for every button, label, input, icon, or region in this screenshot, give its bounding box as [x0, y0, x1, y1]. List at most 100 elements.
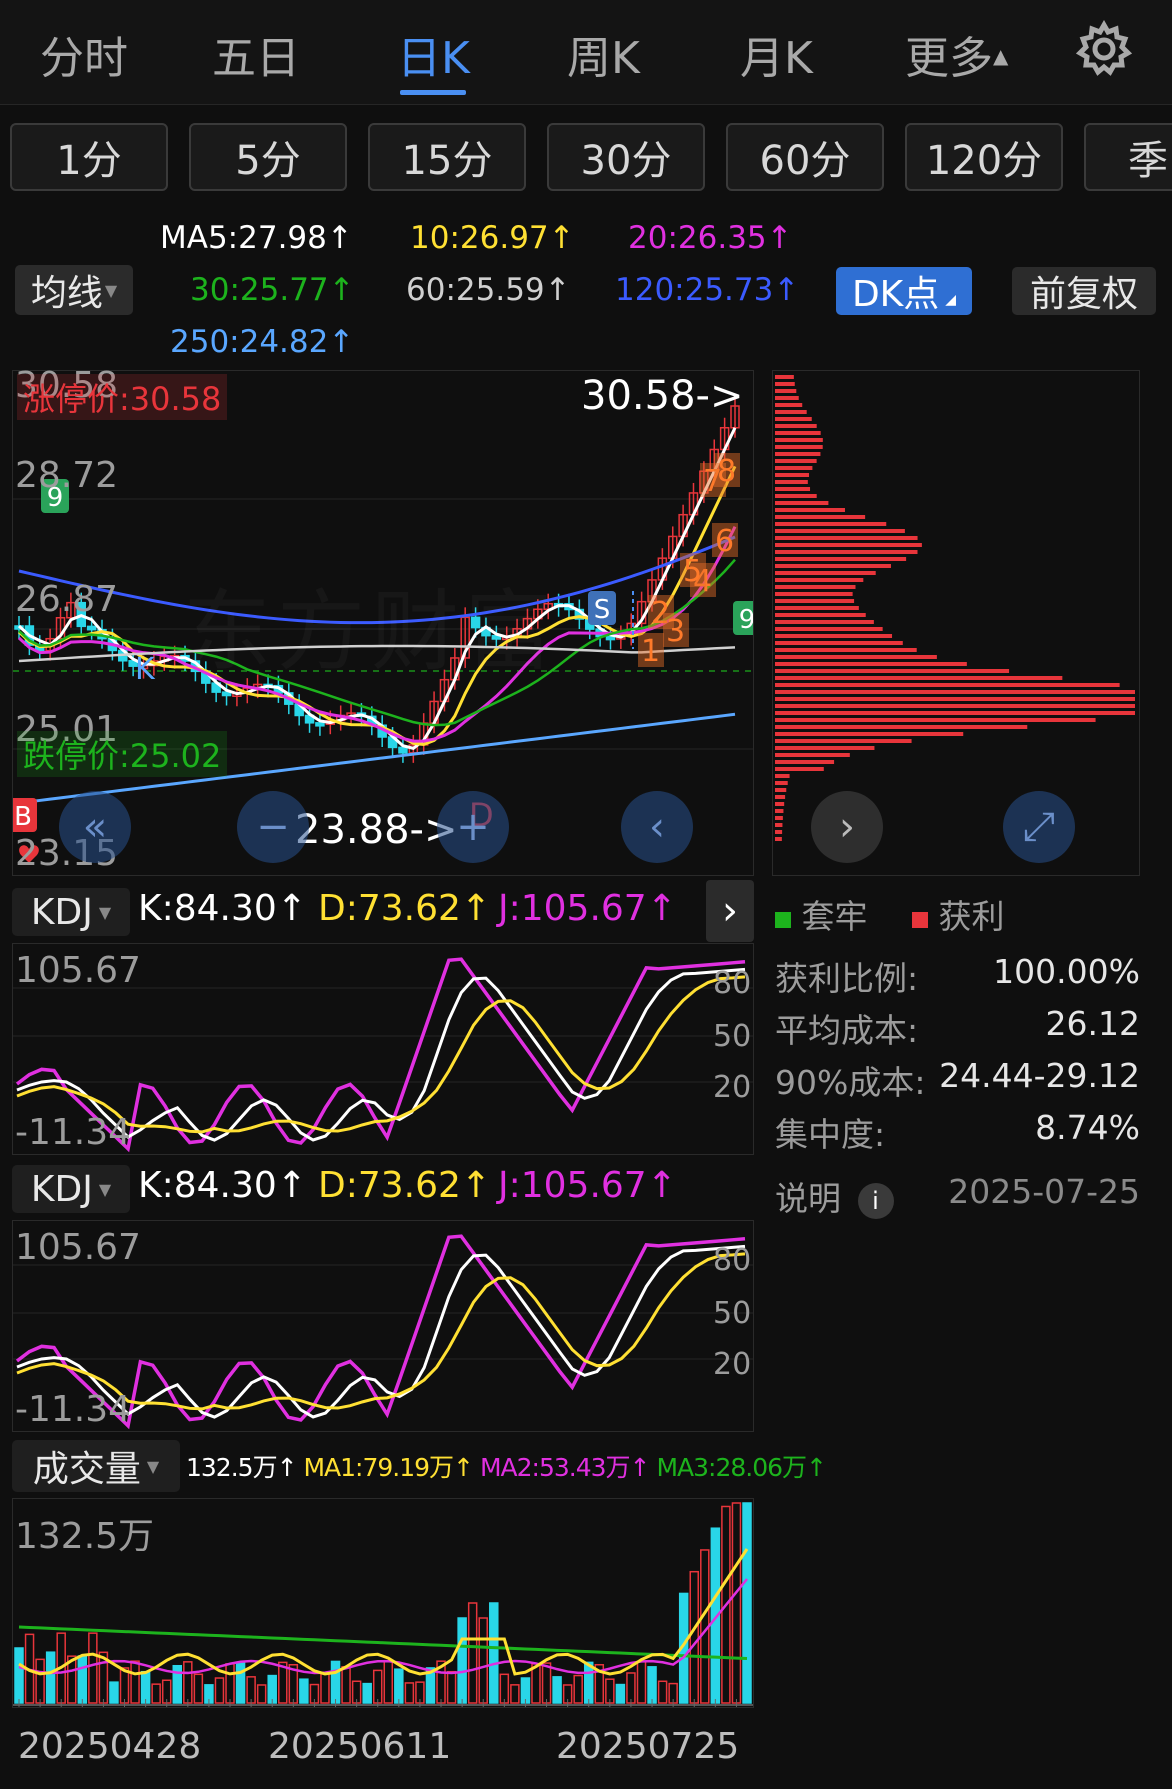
kdj1-level-80: 80: [713, 966, 752, 1001]
volume-bar: [77, 1655, 88, 1704]
period-5min-button[interactable]: 5分: [189, 123, 347, 191]
tab-more[interactable]: 更多▲: [905, 22, 1008, 86]
volume-value: 132.5万↑: [186, 1453, 298, 1482]
volume-bar: [235, 1662, 246, 1704]
kdj-selector-2[interactable]: KDJ ▼: [12, 1165, 130, 1213]
kdj-chart-1[interactable]: 105.67 -11.34 80 50 20: [12, 943, 754, 1155]
chip-bar: [775, 410, 807, 414]
kdj-selector-1[interactable]: KDJ ▼: [12, 888, 130, 936]
chip-bar: [775, 550, 918, 554]
tab-intraday[interactable]: 分时: [40, 22, 128, 86]
period-30min-button[interactable]: 30分: [547, 123, 705, 191]
period-tab-bar: 分时 五日 日K 周K 月K 更多▲: [0, 0, 1172, 105]
volume-bar: [256, 1684, 267, 1704]
trapped-label: 套牢: [801, 897, 868, 936]
kdj1-y-max: 105.67: [15, 950, 141, 991]
volume-bar: [119, 1667, 130, 1704]
kdj1-level-50: 50: [713, 1019, 752, 1054]
ma-selector[interactable]: 均线 ▼: [15, 265, 133, 315]
profit-ratio-label: 获利比例:: [775, 959, 919, 998]
chip-bar: [775, 403, 803, 407]
kdj1-d-value: D:73.62↑: [318, 888, 492, 929]
scroll-left-button[interactable]: ‹: [621, 791, 693, 863]
chip-bar: [775, 382, 795, 386]
avg-cost-row: 平均成本: 26.12: [775, 1004, 1140, 1052]
chip-bar: [775, 704, 1135, 708]
volume-bar: [583, 1661, 594, 1704]
volume-bar: [88, 1632, 98, 1704]
chip-bar: [775, 508, 845, 512]
active-tab-indicator: [400, 90, 466, 95]
tab-weekly-k[interactable]: 周K: [567, 22, 640, 86]
kdj2-level-80: 80: [713, 1243, 752, 1278]
date-label-mid: 20250611: [268, 1726, 452, 1767]
scroll-right-button[interactable]: ›: [811, 791, 883, 863]
period-quarter-button[interactable]: 季: [1084, 123, 1172, 191]
period-15min-button[interactable]: 15分: [368, 123, 526, 191]
ma60-value: 60:25.59↑: [406, 272, 571, 308]
expand-indicator-arrow[interactable]: ›: [706, 880, 754, 942]
period-1min-button[interactable]: 1分: [10, 123, 168, 191]
volume-bar: [320, 1672, 330, 1704]
scroll-left-fast-button[interactable]: «: [59, 791, 131, 863]
kline-chart[interactable]: 99SBKD12345678 东方财富 30.58 涨停价:30.58 28.7…: [12, 365, 754, 876]
volume-bar: [140, 1670, 151, 1704]
chip-bar: [775, 823, 783, 827]
chip-date: 2025-07-25: [948, 1172, 1140, 1211]
zoom-in-button[interactable]: +: [437, 791, 509, 863]
zoom-out-button[interactable]: −: [237, 791, 309, 863]
volume-chart[interactable]: 132.5万: [12, 1498, 754, 1708]
volume-bar: [130, 1660, 140, 1704]
date-label-start: 20250428: [18, 1726, 202, 1767]
tab-five-day[interactable]: 五日: [212, 22, 300, 86]
tab-daily-k[interactable]: 日K: [397, 22, 470, 86]
volume-bar: [299, 1678, 309, 1704]
chip-bar: [775, 816, 783, 820]
dropdown-icon: ▼: [98, 902, 112, 922]
expand-icon[interactable]: ⤢: [1003, 791, 1075, 863]
chip-bar: [775, 564, 891, 568]
dk-point-button[interactable]: DK点 ◢: [836, 267, 972, 315]
period-60min-button[interactable]: 60分: [726, 123, 884, 191]
chip-bar: [775, 683, 1120, 687]
chip-bar: [775, 613, 866, 617]
chip-bar: [775, 536, 918, 540]
kdj-chart-2[interactable]: 105.67 -11.34 80 50 20: [12, 1220, 754, 1432]
volume-legend: 132.5万↑ MA1:79.19万↑ MA2:53.43万↑ MA3:28.0…: [186, 1448, 827, 1484]
volume-selector[interactable]: 成交量 ▼: [12, 1440, 180, 1492]
ma-selector-label: 均线: [30, 273, 103, 314]
volume-bar: [35, 1658, 45, 1704]
chip-bar: [775, 746, 875, 750]
caret-up-icon: ▲: [993, 44, 1009, 68]
kdj2-d-value: D:73.62↑: [318, 1165, 492, 1206]
high-price-marker: 30.58->: [581, 373, 744, 419]
chip-bar: [775, 809, 784, 813]
dk-point-label: DK点: [851, 274, 940, 315]
tab-more-label: 更多: [905, 33, 993, 84]
chip-bar: [775, 417, 812, 421]
volume-ma2-line: [18, 1578, 748, 1675]
volume-bar: [573, 1674, 583, 1704]
period-120min-button[interactable]: 120分: [905, 123, 1063, 191]
volume-bar: [109, 1681, 119, 1704]
volume-bar: [446, 1670, 457, 1704]
volume-y-max: 132.5万: [15, 1516, 155, 1557]
forward-adjust-button[interactable]: 前复权: [1012, 267, 1156, 315]
chip-bar: [775, 774, 790, 778]
chip-bar: [775, 592, 853, 596]
volume-bar: [151, 1683, 161, 1704]
volume-ma2: MA2:53.43万↑: [479, 1453, 651, 1482]
tab-monthly-k[interactable]: 月K: [740, 22, 813, 86]
chip-bar: [775, 627, 883, 631]
chip-bar: [775, 620, 874, 624]
info-icon[interactable]: i: [857, 1182, 894, 1219]
volume-bar: [689, 1570, 699, 1704]
kdj-selector-label: KDJ: [30, 1168, 93, 1210]
volume-bar: [330, 1660, 341, 1704]
candle-body: [315, 722, 325, 727]
gear-icon[interactable]: [1075, 19, 1133, 78]
ma5-value: MA5:27.98↑: [160, 220, 353, 256]
ma20-value: 20:26.35↑: [628, 220, 793, 256]
count-3: 3: [666, 614, 685, 649]
volume-bar: [552, 1676, 562, 1704]
